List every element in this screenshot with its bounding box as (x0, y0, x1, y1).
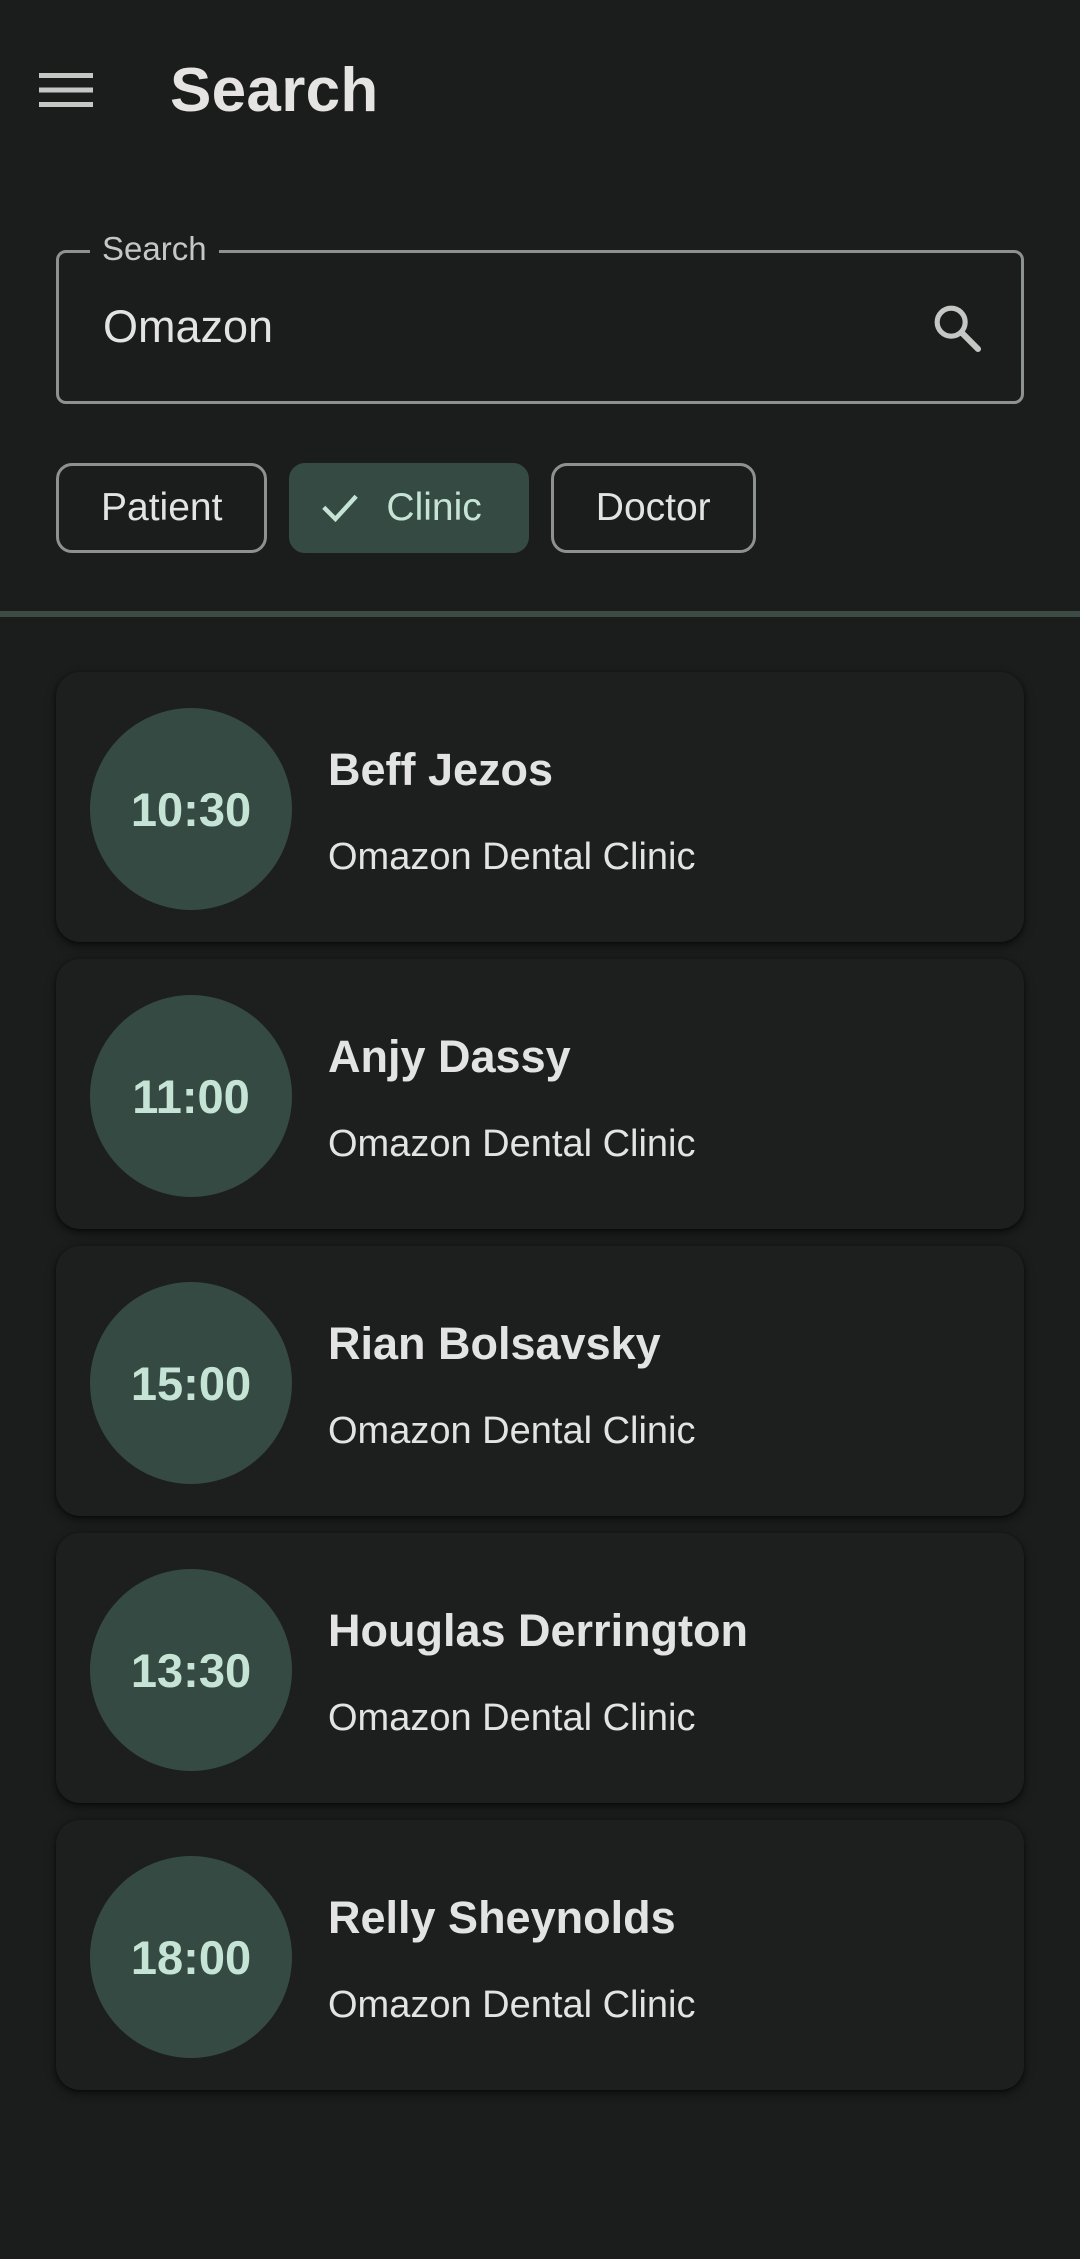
chip-label: Patient (101, 486, 223, 529)
filter-chip-doctor[interactable]: Doctor (550, 463, 756, 553)
result-name: Beff Jezos (328, 744, 554, 795)
result-card[interactable]: 10:30 Beff Jezos Omazon Dental Clinic (56, 672, 1024, 942)
check-icon (318, 486, 362, 530)
chip-label: Clinic (386, 486, 482, 529)
result-card[interactable]: 13:30 Houglas Derrington Omazon Dental C… (56, 1533, 1024, 1803)
result-name: Houglas Derrington (328, 1605, 749, 1656)
time-badge: 18:00 (90, 1856, 292, 2058)
search-button[interactable] (929, 300, 985, 356)
menu-button[interactable] (39, 57, 119, 123)
result-name: Relly Sheynolds (328, 1892, 676, 1943)
result-clinic: Omazon Dental Clinic (328, 1123, 696, 1165)
result-card[interactable]: 18:00 Relly Sheynolds Omazon Dental Clin… (56, 1820, 1024, 2090)
search-input[interactable] (103, 297, 883, 357)
result-name: Anjy Dassy (328, 1031, 571, 1082)
top-app-bar: Search (0, 0, 1080, 180)
filter-chip-patient[interactable]: Patient (56, 463, 268, 553)
menu-icon (39, 73, 93, 107)
search-field-label: Search (90, 227, 219, 271)
result-name: Rian Bolsavsky (328, 1318, 661, 1369)
result-card[interactable]: 15:00 Rian Bolsavsky Omazon Dental Clini… (56, 1246, 1024, 1516)
filter-chips: Patient Clinic Doctor (56, 463, 756, 553)
result-card[interactable]: 11:00 Anjy Dassy Omazon Dental Clinic (56, 959, 1024, 1229)
filter-chip-clinic[interactable]: Clinic (289, 463, 529, 553)
page-title: Search (170, 56, 379, 125)
result-clinic: Omazon Dental Clinic (328, 1410, 696, 1452)
search-field[interactable]: Search (56, 227, 1024, 404)
time-badge: 13:30 (90, 1569, 292, 1771)
divider (0, 611, 1080, 617)
results-list: 10:30 Beff Jezos Omazon Dental Clinic 11… (56, 672, 1024, 2107)
time-badge: 11:00 (90, 995, 292, 1197)
search-icon (934, 305, 982, 353)
result-clinic: Omazon Dental Clinic (328, 1697, 696, 1739)
result-clinic: Omazon Dental Clinic (328, 836, 696, 878)
result-clinic: Omazon Dental Clinic (328, 1984, 696, 2026)
time-badge: 10:30 (90, 708, 292, 910)
time-badge: 15:00 (90, 1282, 292, 1484)
chip-label: Doctor (595, 486, 711, 529)
